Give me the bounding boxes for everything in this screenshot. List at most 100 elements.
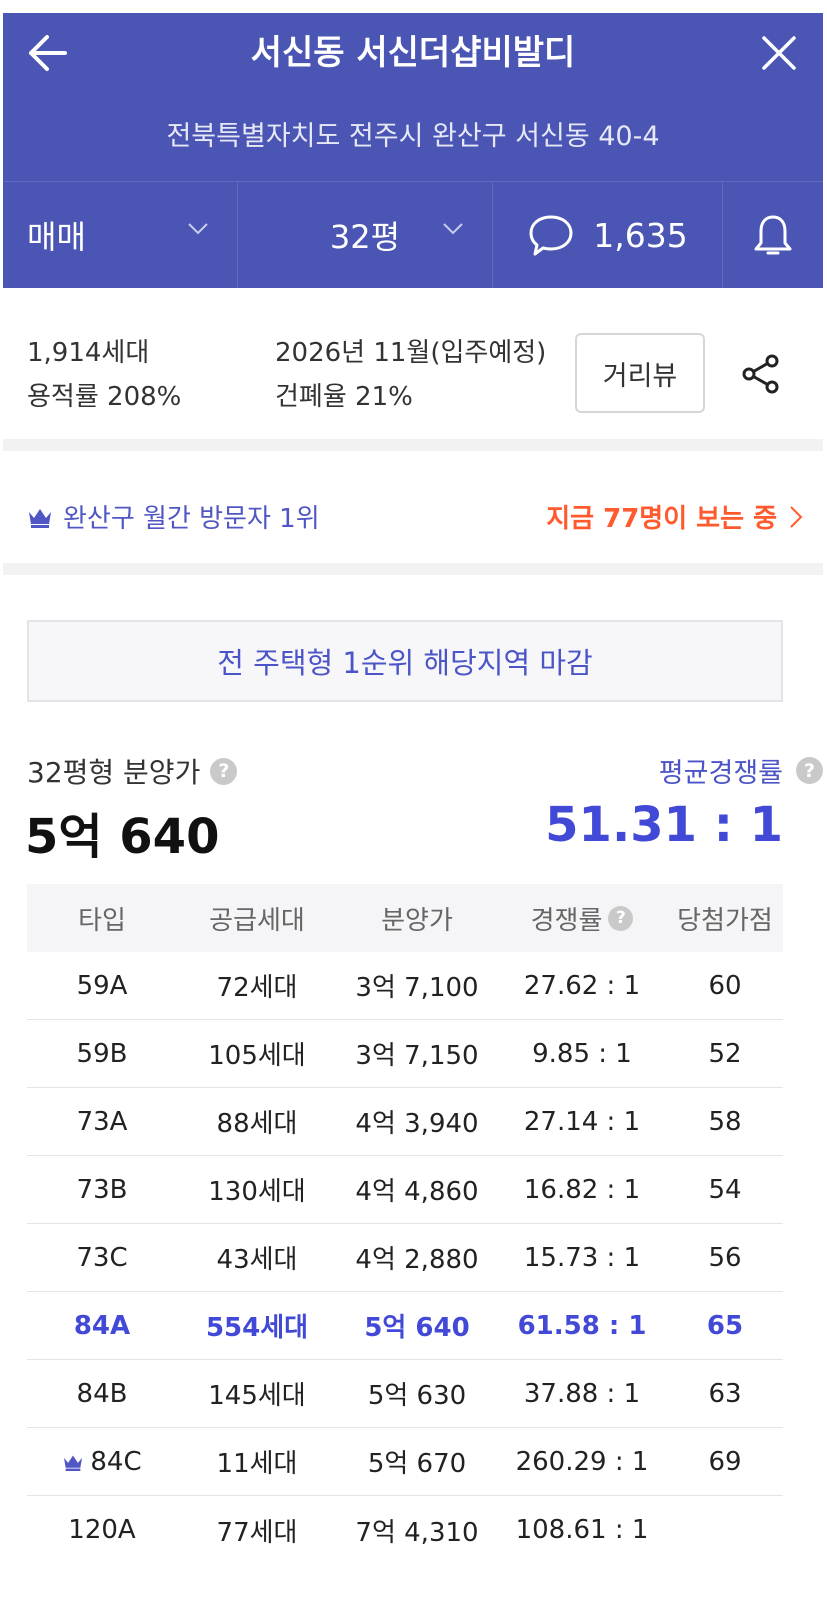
info-col-right: 2026년 11월(입주예정) 건폐율 21% bbox=[275, 331, 546, 419]
col-header-supply: 공급세대 bbox=[209, 905, 305, 936]
header: 서신동 서신더샵비발디 전북특별자치도 전주시 완산구 서신동 40-4 매매 … bbox=[3, 13, 823, 288]
comments-button[interactable]: 1,635 bbox=[493, 182, 723, 288]
cell-price: 5억 640 bbox=[364, 1313, 470, 1343]
col-header-score: 당첨가점 bbox=[677, 905, 773, 936]
crown-icon bbox=[64, 1454, 83, 1471]
live-viewers-label: 지금 77명이 보는 중 bbox=[546, 504, 777, 534]
comment-count: 1,635 bbox=[593, 215, 688, 255]
tab-bar: 매매 32평 1,635 bbox=[3, 181, 823, 288]
size-label: 32평 bbox=[329, 218, 401, 256]
cell-type: 84A bbox=[73, 1310, 131, 1341]
cell-supply: 88세대 bbox=[216, 1109, 298, 1139]
cell-price: 5억 670 bbox=[367, 1449, 467, 1479]
deal-type-label: 매매 bbox=[27, 218, 86, 256]
cell-type: 73C bbox=[76, 1242, 128, 1273]
cell-price: 3억 7,150 bbox=[355, 1041, 479, 1071]
cell-price: 7억 4,310 bbox=[355, 1517, 479, 1548]
col-header-competition-label: 경쟁률 bbox=[530, 905, 603, 936]
cell-competition: 9.85 : 1 bbox=[532, 1038, 632, 1069]
cell-type-label: 84C bbox=[90, 1446, 142, 1477]
cell-type: 73A bbox=[76, 1106, 128, 1137]
table-row-selected[interactable]: 84A 554세대 5억 640 61.58 : 1 65 bbox=[27, 1292, 783, 1360]
cell-competition: 27.14 : 1 bbox=[523, 1106, 641, 1137]
cell-price: 4억 3,940 bbox=[355, 1109, 479, 1139]
cell-supply: 11세대 bbox=[216, 1449, 298, 1479]
close-button[interactable] bbox=[753, 27, 805, 79]
cell-supply: 43세대 bbox=[216, 1245, 298, 1275]
competition-label-row: 평균경쟁률 ? bbox=[658, 751, 823, 790]
cell-type: 73B bbox=[76, 1174, 128, 1205]
move-in-date: 2026년 11월(입주예정) bbox=[275, 338, 547, 368]
size-select[interactable]: 32평 bbox=[238, 182, 493, 288]
cell-competition: 260.29 : 1 bbox=[515, 1446, 649, 1477]
cell-score: 63 bbox=[708, 1378, 742, 1409]
street-view-button[interactable]: 거리뷰 bbox=[575, 333, 705, 413]
cell-competition: 61.58 : 1 bbox=[517, 1310, 647, 1341]
cell-price: 4억 2,880 bbox=[355, 1245, 479, 1275]
address: 전북특별자치도 전주시 완산구 서신동 40-4 bbox=[166, 121, 660, 152]
price-label: 32평형 분양가 bbox=[27, 756, 201, 789]
price-label-row: 32평형 분양가 ? bbox=[27, 751, 238, 791]
bell-icon bbox=[754, 215, 792, 255]
cell-type: 84B bbox=[76, 1378, 128, 1409]
chevron-down-icon bbox=[443, 223, 463, 235]
table-row[interactable]: 59A 72세대 3억 7,100 27.62 : 1 60 bbox=[27, 952, 783, 1020]
cell-competition: 16.82 : 1 bbox=[523, 1174, 641, 1205]
cell-score: 58 bbox=[708, 1106, 742, 1137]
live-viewers-link[interactable]: 지금 77명이 보는 중 bbox=[546, 498, 803, 535]
cell-price: 5억 630 bbox=[367, 1381, 467, 1411]
section-divider bbox=[3, 439, 823, 451]
rank-text: 완산구 월간 방문자 1위 bbox=[27, 498, 320, 535]
rank-label: 완산구 월간 방문자 1위 bbox=[63, 504, 320, 534]
cell-supply: 105세대 bbox=[208, 1041, 306, 1071]
complex-info: 1,914세대 용적률 208% 2026년 11월(입주예정) 건폐율 21%… bbox=[3, 288, 823, 451]
cell-type: 84C bbox=[27, 1447, 177, 1477]
price-value: 5억 640 bbox=[25, 809, 220, 865]
app-frame: 서신동 서신더샵비발디 전북특별자치도 전주시 완산구 서신동 40-4 매매 … bbox=[3, 13, 823, 1601]
back-button[interactable] bbox=[21, 27, 73, 79]
table-row[interactable]: 84C 11세대 5억 670 260.29 : 1 69 bbox=[27, 1428, 783, 1496]
cell-supply: 554세대 bbox=[205, 1313, 309, 1343]
cell-competition: 15.73 : 1 bbox=[523, 1242, 641, 1273]
households: 1,914세대 bbox=[27, 338, 150, 368]
cell-score: 56 bbox=[708, 1242, 742, 1273]
share-icon bbox=[742, 354, 779, 394]
page-title: 서신동 서신더샵비발디 bbox=[250, 33, 576, 73]
close-icon bbox=[762, 36, 796, 70]
table-row[interactable]: 59B 105세대 3억 7,150 9.85 : 1 52 bbox=[27, 1020, 783, 1088]
crown-icon bbox=[29, 508, 51, 528]
notification-button[interactable] bbox=[723, 182, 823, 288]
speech-bubble-icon bbox=[529, 215, 573, 256]
arrow-left-icon bbox=[29, 35, 67, 71]
cell-competition: 37.88 : 1 bbox=[523, 1378, 641, 1409]
cell-type: 59A bbox=[76, 970, 128, 1001]
col-header-price: 분양가 bbox=[381, 905, 453, 936]
col-header-competition: 경쟁률 ? bbox=[497, 900, 667, 937]
cell-supply: 72세대 bbox=[216, 973, 298, 1003]
table-row[interactable]: 73C 43세대 4억 2,880 15.73 : 1 56 bbox=[27, 1224, 783, 1292]
cell-score: 52 bbox=[708, 1038, 742, 1069]
cell-type: 120A bbox=[68, 1515, 136, 1545]
table-row[interactable]: 120A 77세대 7억 4,310 108.61 : 1 bbox=[27, 1496, 783, 1564]
cell-supply: 130세대 bbox=[208, 1177, 306, 1207]
table-row[interactable]: 73B 130세대 4억 4,860 16.82 : 1 54 bbox=[27, 1156, 783, 1224]
table-row[interactable]: 84B 145세대 5억 630 37.88 : 1 63 bbox=[27, 1360, 783, 1428]
help-icon[interactable]: ? bbox=[210, 757, 238, 785]
share-button[interactable] bbox=[735, 348, 787, 400]
cell-score: 54 bbox=[708, 1174, 742, 1205]
help-icon[interactable]: ? bbox=[608, 905, 634, 931]
section-divider bbox=[3, 563, 823, 575]
help-icon[interactable]: ? bbox=[796, 757, 823, 784]
table-row[interactable]: 73A 88세대 4억 3,940 27.14 : 1 58 bbox=[27, 1088, 783, 1156]
cell-price: 4억 4,860 bbox=[355, 1177, 479, 1207]
cell-competition: 27.62 : 1 bbox=[523, 970, 641, 1001]
info-col-left: 1,914세대 용적률 208% bbox=[27, 331, 181, 419]
deal-type-select[interactable]: 매매 bbox=[3, 182, 238, 288]
chevron-right-icon bbox=[790, 505, 803, 528]
col-header-type: 타입 bbox=[78, 905, 126, 936]
competition-value: 51.31 : 1 bbox=[545, 797, 783, 853]
cell-score: 65 bbox=[706, 1310, 744, 1341]
competition-label: 평균경쟁률 bbox=[658, 758, 783, 789]
cell-price: 3억 7,100 bbox=[355, 973, 479, 1003]
building-coverage-ratio: 건폐율 21% bbox=[275, 382, 413, 412]
